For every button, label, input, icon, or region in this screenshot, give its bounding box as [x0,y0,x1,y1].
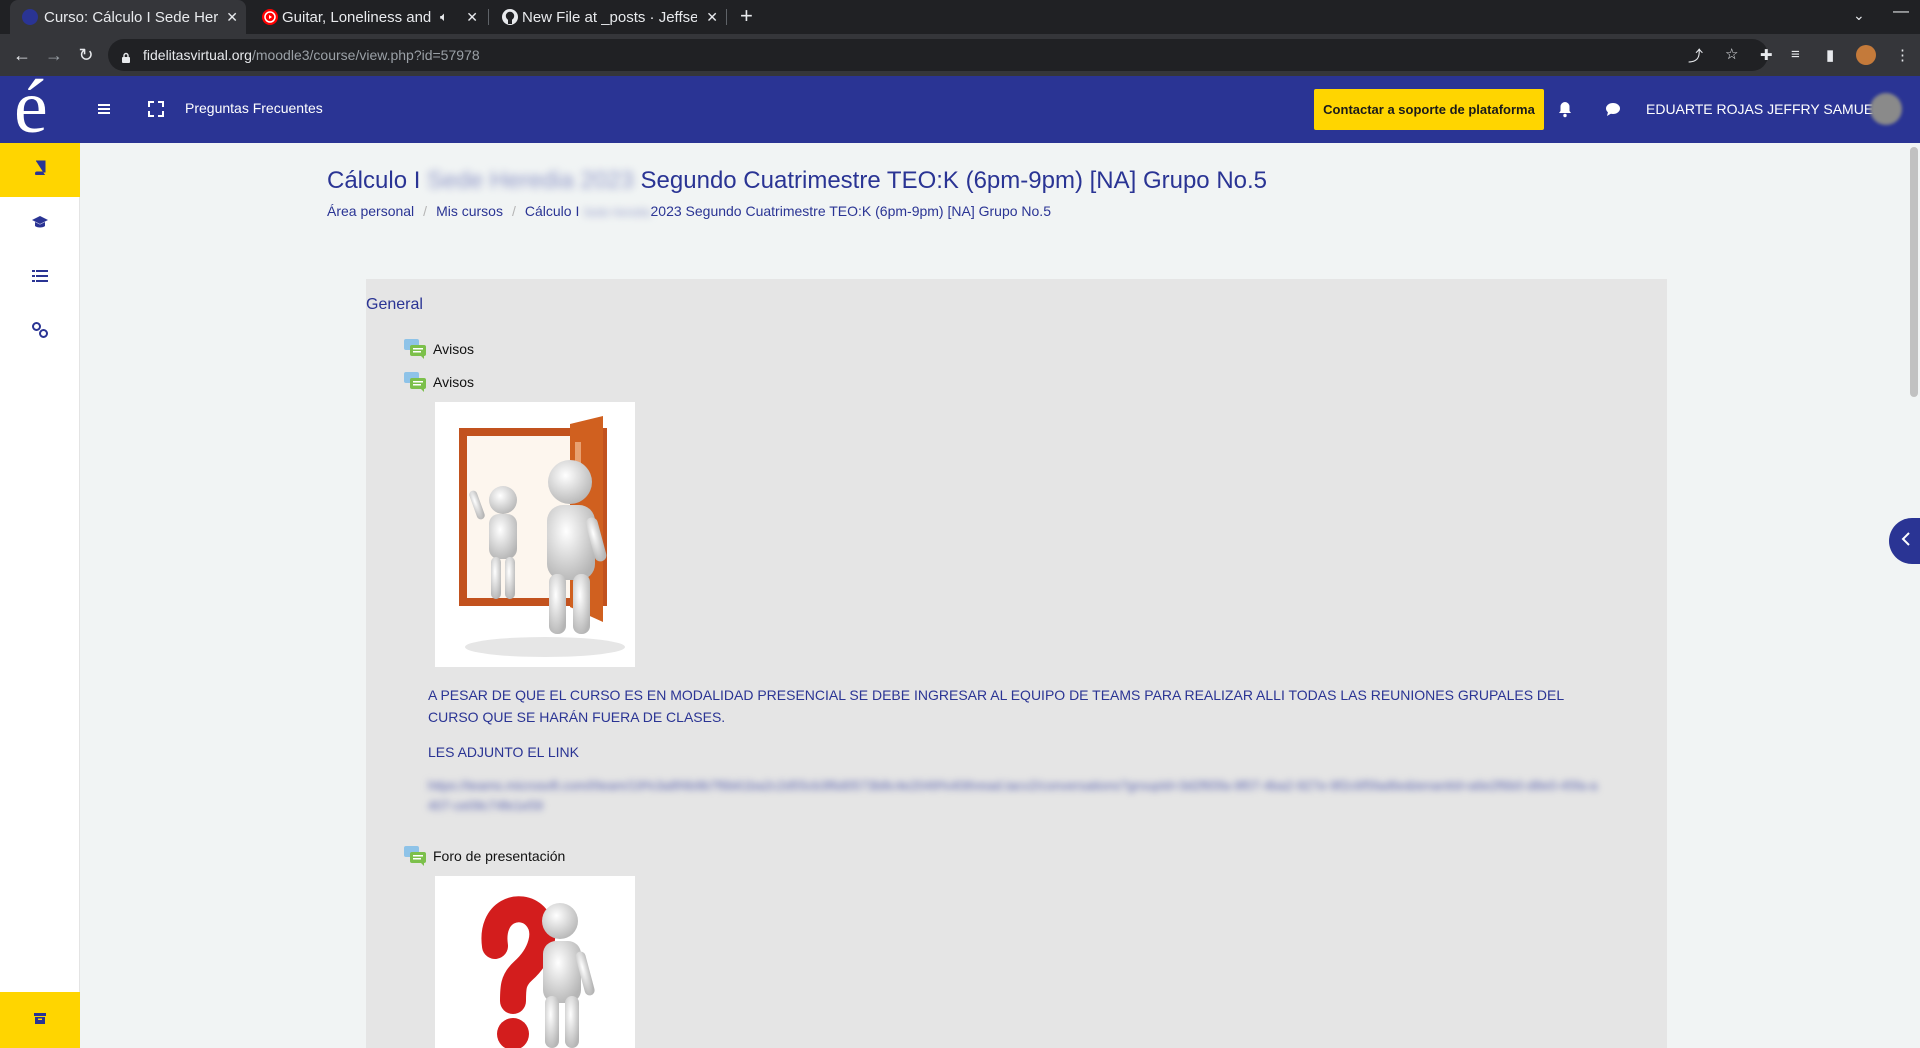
close-tab-icon[interactable]: ✕ [706,9,718,26]
extensions-puzzle-icon[interactable]: ✚ [1760,46,1773,64]
breadcrumb-course-link[interactable]: Cálculo I Sede Heredia2023 Segundo Cuatr… [525,203,1051,219]
audio-playing-icon[interactable]: 🔈︎ [440,9,448,25]
activity-forum-avisos[interactable]: Avisos [403,370,474,394]
teams-link[interactable]: https://teams.microsoft.com/l/team/19%3a… [428,776,1598,816]
graduation-cap-icon [31,215,49,234]
window-minimize-icon[interactable]: — [1893,3,1909,21]
tab-search-chevron-icon[interactable]: ⌄ [1853,7,1865,24]
activity-label: Avisos [433,374,474,390]
youtube-favicon-icon [262,9,278,25]
fullscreen-icon[interactable] [145,98,167,120]
new-tab-button[interactable]: + [740,3,753,29]
forum-icon [403,845,427,867]
faq-link[interactable]: Preguntas Frecuentes [185,100,323,116]
url-path: /moodle3/course/view.php?id=57978 [251,47,480,63]
course-title-start: Cálculo I [327,167,421,194]
breadcrumb-course-blurred: Sede Heredia [583,207,651,219]
drawer-bottom-button[interactable] [0,992,80,1048]
tab-title: Guitar, Loneliness and [282,8,432,26]
user-name[interactable]: EDUARTE ROJAS JEFFRY SAMUEL [1646,101,1881,117]
activity-forum-presentacion[interactable]: Foro de presentación [403,844,565,868]
question-mark-illustration [435,876,635,1048]
course-title-end: Segundo Cuatrimestre TEO:K (6pm-9pm) [NA… [640,167,1268,194]
forum-icon [403,338,427,360]
contact-support-button[interactable]: Contactar a soporte de plataforma [1314,89,1544,130]
browser-toolbar: ← → ↻ fidelitasvirtual.org/moodle3/cours… [0,34,1920,76]
tab-title: Curso: Cálculo I Sede Here [44,8,219,26]
drawer-item-grades[interactable] [0,251,80,305]
breadcrumb-course-start: Cálculo I [524,203,580,219]
course-title-blurred: Sede Heredia 2023 [427,167,634,194]
breadcrumb-my-courses-link[interactable]: Mis cursos [436,203,503,219]
activity-forum-avisos[interactable]: Avisos [403,337,474,361]
share-icon[interactable]: ⤴ [1688,45,1703,66]
side-panel-icon[interactable]: ▮ [1826,46,1834,64]
right-drawer-toggle-button[interactable] [1889,518,1920,564]
tab-title: New File at _posts · Jeffse [522,8,697,26]
breadcrumb-home-link[interactable]: Área personal [327,203,414,219]
page-scrollbar[interactable] [1910,147,1918,397]
tab-separator [726,9,727,25]
activity-label: Foro de presentación [433,848,566,864]
hamburger-menu-icon[interactable] [93,98,115,120]
left-nav-drawer [0,143,80,1048]
section-title[interactable]: General [366,296,423,314]
media-queue-icon[interactable]: ≡ [1791,46,1800,63]
close-tab-icon[interactable]: ✕ [466,9,478,26]
chevron-left-icon [1901,531,1911,551]
reload-icon[interactable]: ↻ [72,41,100,69]
browser-tab-youtube[interactable]: Guitar, Loneliness and 🔈︎ ✕ [250,0,486,34]
breadcrumb-separator: / [423,203,428,219]
welcome-door-illustration [435,402,635,667]
browser-tab-course[interactable]: Curso: Cálculo I Sede Here ✕ [10,0,246,34]
notice-text: A PESAR DE QUE EL CURSO ES EN MODALIDAD … [428,687,1564,725]
archive-box-icon [34,1011,46,1029]
link-chain-icon [32,321,48,343]
browser-menu-icon[interactable]: ⋮ [1895,46,1910,64]
drawer-item-participants[interactable] [0,197,80,251]
activity-label: Avisos [433,341,474,357]
breadcrumb-separator: / [511,203,516,219]
browser-tab-github[interactable]: New File at _posts · Jeffse ✕ [490,0,726,34]
site-navbar: é Preguntas Frecuentes Contactar a sopor… [0,69,1920,145]
notification-bell-icon[interactable] [1557,100,1573,123]
bookmark-star-icon[interactable]: ☆ [1725,45,1738,63]
forum-icon [403,371,427,393]
drawer-item-course[interactable] [0,143,80,197]
site-logo[interactable]: é [14,69,74,145]
moodle-favicon-icon [22,9,38,25]
messages-chat-icon[interactable] [1605,102,1621,122]
github-favicon-icon [502,9,518,25]
address-bar[interactable]: fidelitasvirtual.org/moodle3/course/view… [108,39,1768,71]
course-section-general: General Avisos Avisos A PESAR DE QUE EL … [366,279,1667,1048]
browser-tabstrip: Curso: Cálculo I Sede Here ✕ Guitar, Lon… [0,0,1920,34]
breadcrumb: Área personal / Mis cursos / Cálculo I Sede … [327,203,1051,219]
list-icon [32,269,48,288]
link-label: LES ADJUNTO EL LINK [428,744,579,760]
profile-avatar-icon[interactable] [1856,45,1876,65]
breadcrumb-course-end: 2023 Segundo Cuatrimestre TEO:K (6pm-9pm… [650,203,1051,219]
page-title: Cálculo I Sede Heredia 2023 Segundo Cuat… [327,167,1267,195]
user-avatar[interactable] [1870,93,1902,125]
close-tab-icon[interactable]: ✕ [226,9,238,26]
lock-icon [121,50,131,63]
url-host: fidelitasvirtual.org [143,47,252,63]
tab-separator [488,9,489,25]
book-icon [33,160,47,180]
drawer-item-links[interactable] [0,305,80,359]
